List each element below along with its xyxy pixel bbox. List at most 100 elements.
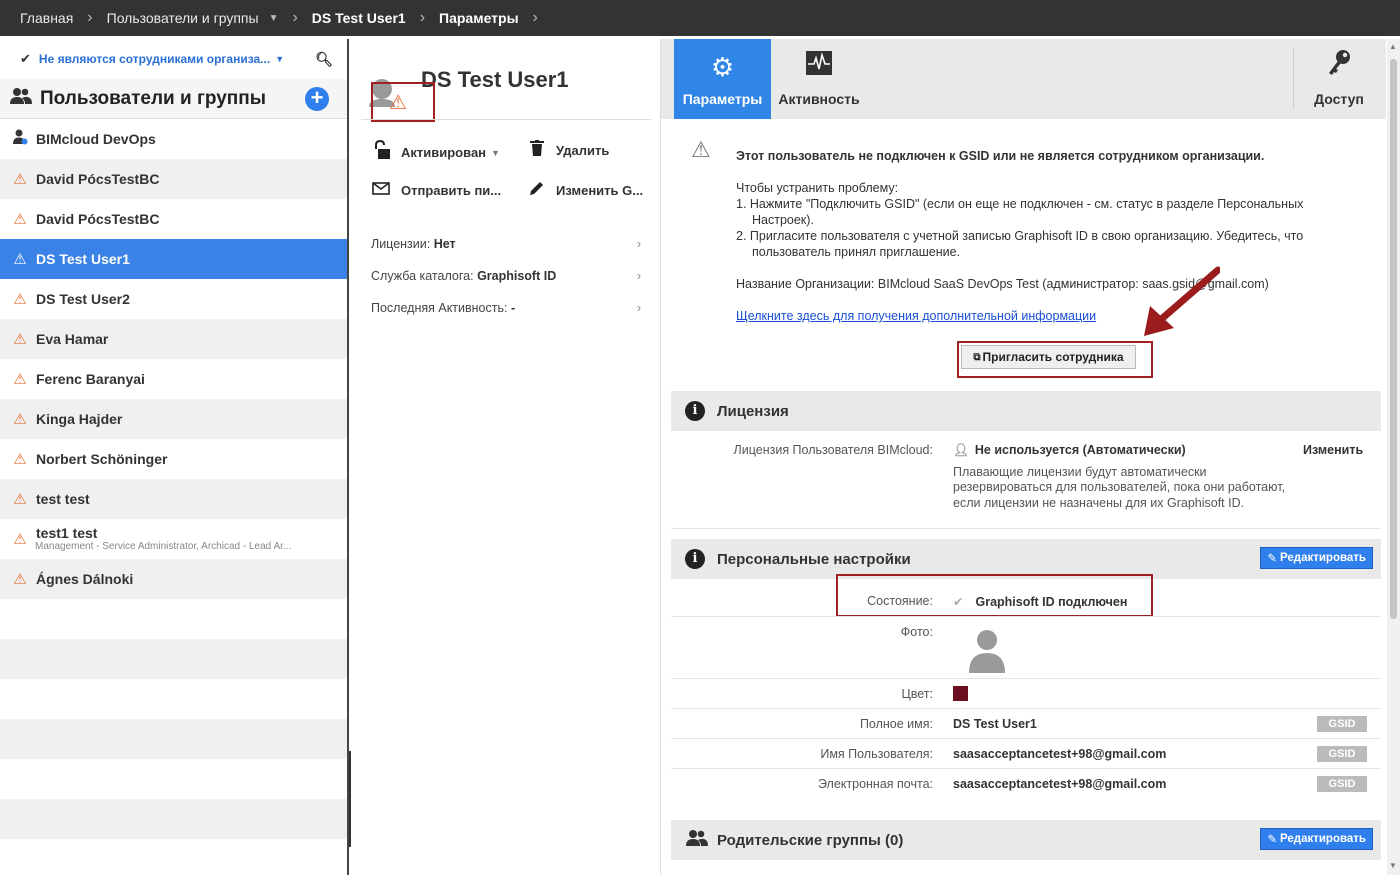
empty-row [0, 799, 347, 839]
warning-icon: ⚠ [13, 411, 27, 428]
list-item-label: David PócsTestBC [36, 171, 160, 187]
top-breadcrumb-bar: Главная › Пользователи и группы ▼ › DS T… [0, 0, 1400, 36]
group-icon [685, 829, 709, 851]
catalog-row[interactable]: Служба каталога: Graphisoft ID › [371, 269, 641, 283]
list-item[interactable]: ⚠ David PócsTestBC [0, 159, 347, 199]
chevron-down-icon[interactable]: ▼ [269, 13, 279, 24]
user-title: DS Test User1 [421, 67, 569, 92]
user-summary-panel: DS Test User1 ⚠ Активирован ▼ Удалить От… [351, 39, 661, 875]
breadcrumb-params[interactable]: Параметры [439, 10, 519, 26]
pencil-icon: ✎ [1267, 834, 1277, 846]
invite-employee-button[interactable]: ⧉ Пригласить сотрудника [961, 345, 1136, 369]
license-section-header: i Лицензия [671, 391, 1381, 431]
tab-bar: ⚙ Параметры Активность Доступ [661, 39, 1386, 119]
empty-row [0, 759, 347, 799]
external-link-icon: ⧉ [973, 351, 981, 363]
list-item[interactable]: ⚠ Ferenc Baranyai [0, 359, 347, 399]
breadcrumb-home[interactable]: Главная [20, 10, 73, 26]
photo-label: Фото: [900, 625, 933, 639]
breadcrumb-user[interactable]: DS Test User1 [312, 10, 406, 26]
tab-access-label: Доступ [1314, 91, 1364, 107]
tab-params[interactable]: ⚙ Параметры [674, 39, 771, 119]
filter-dropdown[interactable]: ✔ Не являются сотрудниками организа... ▼… [0, 39, 347, 79]
breadcrumb-users-groups[interactable]: Пользователи и группы [107, 10, 259, 26]
warning-title: Этот пользователь не подключен к GSID ил… [736, 149, 1265, 163]
chevron-right-icon: › [87, 9, 93, 26]
user-avatar-icon [969, 629, 1005, 676]
edit-personal-button[interactable]: ✎ Редактировать [1260, 547, 1373, 569]
list-item[interactable]: ⚠ Eva Hamar [0, 319, 347, 359]
edit-label: Редактировать [1280, 833, 1366, 845]
check-icon: ✔ [20, 51, 31, 66]
delete-button[interactable]: Удалить [526, 140, 609, 161]
change-gsid-button[interactable]: Изменить G... [526, 180, 643, 201]
delete-label: Удалить [556, 143, 610, 158]
warning-icon: ⚠ [691, 137, 711, 162]
scroll-down-icon[interactable]: ▼ [1389, 861, 1397, 870]
list-item-label: DS Test User1 [36, 251, 130, 267]
check-icon: ✔ [953, 595, 964, 609]
scrollbar[interactable]: ▲ ▼ [1387, 39, 1400, 875]
list-item-label: David PócsTestBC [36, 211, 160, 227]
send-email-button[interactable]: Отправить пи... [371, 180, 501, 201]
warning-icon: ⚠ [13, 291, 27, 308]
color-row: Цвет: [671, 679, 1381, 709]
user-list: BIMcloud DevOps ⚠ David PócsTestBC ⚠ David… [0, 119, 347, 875]
list-item[interactable]: ⚠ test test [0, 479, 347, 519]
photo-row: Фото: [671, 617, 1381, 679]
warning-step1: 1. Нажмите "Подключить GSID" (если он ещ… [736, 197, 1304, 211]
email-label: Электронная почта: [817, 777, 933, 791]
empty-row [0, 639, 347, 679]
tab-access[interactable]: Доступ [1301, 39, 1377, 119]
list-item[interactable]: ⚠ Norbert Schöninger [0, 439, 347, 479]
licenses-row[interactable]: Лицензии: Нет › [371, 237, 641, 251]
warning-icon: ⚠ [389, 92, 407, 114]
list-item[interactable]: ⚠ Kinga Hajder [0, 399, 347, 439]
warning-icon: ⚠ [13, 171, 27, 188]
more-info-link[interactable]: Щелкните здесь для получения дополнитель… [736, 309, 1096, 323]
warning-step2-cont: пользователь принял приглашение. [752, 245, 961, 259]
license-row: Лицензия Пользователя BIMcloud: 👤︎ Не исп… [671, 439, 1381, 529]
list-item[interactable]: ⚠ DS Test User2 [0, 279, 347, 319]
chevron-down-icon: ▼ [491, 147, 500, 158]
panel-header: Пользователи и группы + [0, 79, 347, 119]
color-label: Цвет: [901, 687, 933, 701]
organization-name: Название Организации: BIMcloud SaaS DevO… [736, 277, 1269, 291]
last-activity-row[interactable]: Последняя Активность: - › [371, 301, 641, 315]
catalog-value: Graphisoft ID [477, 269, 557, 283]
scrollbar-thumb[interactable] [1390, 59, 1397, 619]
add-user-button[interactable]: + [305, 87, 329, 111]
warning-icon: ⚠ [13, 491, 27, 508]
fullname-row: Полное имя: DS Test User1 GSID [671, 709, 1381, 739]
invite-label: Пригласить сотрудника [982, 350, 1124, 364]
fullname-label: Полное имя: [859, 717, 933, 731]
search-icon[interactable]: 🔍︎ [315, 51, 333, 68]
list-item[interactable]: ⚠ David PócsTestBC [0, 199, 347, 239]
list-item[interactable]: ⚠ Ágnes Dálnoki [0, 559, 347, 599]
list-item-subtitle: Management - Service Administrator, Arch… [35, 541, 292, 552]
empty-row [0, 839, 347, 875]
activated-dropdown[interactable]: Активирован ▼ [371, 139, 500, 165]
warning-icon: ⚠ [13, 451, 27, 468]
license-label: Лицензия Пользователя BIMcloud: [733, 443, 933, 457]
change-license-button[interactable]: Изменить [1303, 443, 1363, 457]
list-item[interactable]: BIMcloud DevOps [0, 119, 347, 159]
tab-activity[interactable]: Активность [773, 39, 865, 119]
users-list-panel: ✔ Не являются сотрудниками организа... ▼… [0, 39, 349, 875]
gsid-badge: GSID [1317, 776, 1367, 792]
edit-parents-button[interactable]: ✎ Редактировать [1260, 828, 1373, 850]
group-icon [10, 87, 34, 110]
username-value: saasacceptancetest+98@gmail.com [953, 747, 1167, 761]
chevron-right-icon: › [636, 237, 641, 251]
list-item-selected[interactable]: ⚠ DS Test User1 [0, 239, 347, 279]
color-swatch[interactable] [953, 686, 968, 701]
warning-icon: ⚠ [13, 571, 27, 588]
personal-head: Персональные настройки [717, 550, 911, 568]
pencil-icon: ✎ [1267, 553, 1277, 565]
scroll-up-icon[interactable]: ▲ [1389, 42, 1397, 51]
license-value: 👤︎ Не используется (Автоматически) [953, 443, 1186, 458]
list-item-label: DS Test User2 [36, 291, 130, 307]
filter-label: Не являются сотрудниками организа... [38, 52, 271, 66]
chevron-right-icon: › [636, 269, 641, 283]
list-item[interactable]: ⚠ test1 test Management - Service Administ… [0, 519, 347, 559]
